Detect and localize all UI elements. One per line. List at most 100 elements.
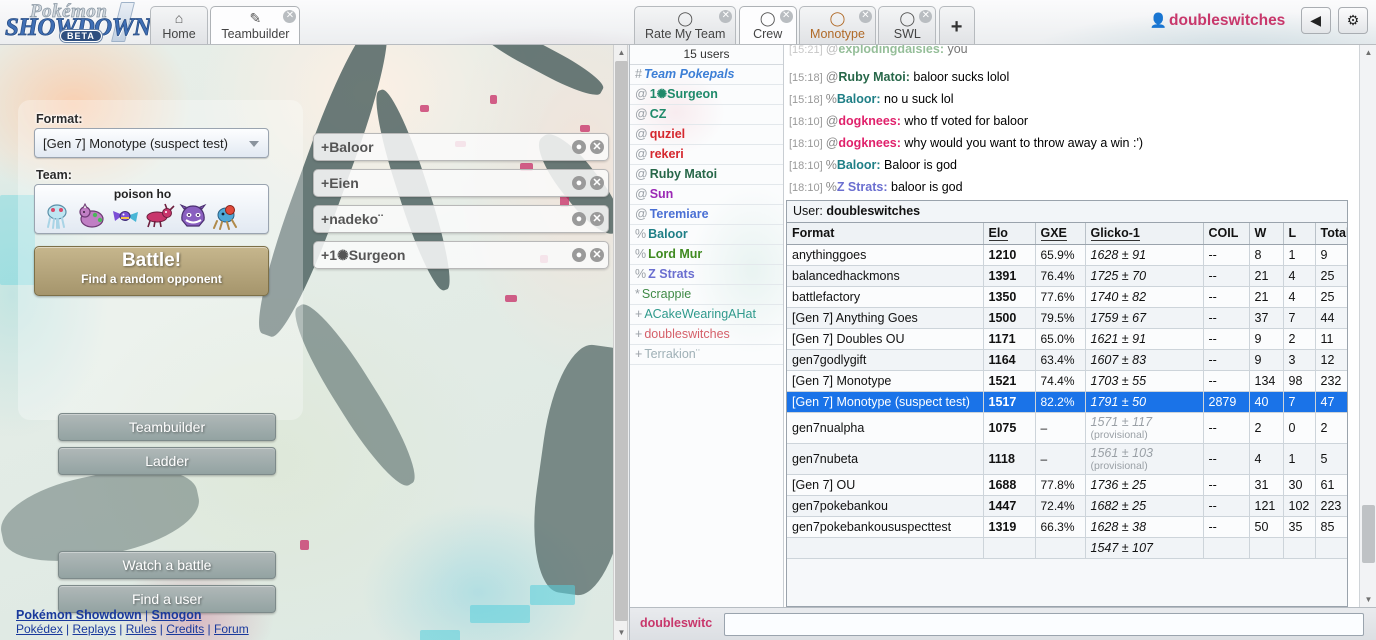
pm-box[interactable]: +Baloor ● ✕	[313, 133, 609, 161]
room-tab-row: ◯ Rate My Team ✕ ◯ Crew ✕ ◯ Monotype ✕ ◯…	[634, 6, 975, 44]
user-list-item[interactable]: @ CZ	[630, 105, 783, 125]
ratings-table-row[interactable]: anythinggoes 1210 65.9% 1628 ± 91 -- 8 1 9	[787, 244, 1347, 266]
ratings-table-row[interactable]: gen7pokebankoususpecttest 1319 66.3% 1628 ±…	[787, 516, 1347, 538]
user-list-item[interactable]: % Z Strats	[630, 265, 783, 285]
format-select[interactable]: [Gen 7] Monotype (suspect test)	[34, 128, 269, 158]
chat-scrollbar[interactable]: ▲ ▼	[1359, 45, 1376, 607]
minimize-icon[interactable]: ●	[572, 140, 586, 154]
chat-username[interactable]: Ruby Matoi:	[838, 70, 910, 84]
scroll-down-arrow-icon[interactable]: ▼	[1360, 592, 1376, 607]
scrollbar-thumb[interactable]	[615, 61, 628, 621]
minimize-icon[interactable]: ●	[572, 248, 586, 262]
ratings-table-row[interactable]: [Gen 7] Anything Goes 1500 79.5% 1759 ± 67 -…	[787, 307, 1347, 329]
ratings-table-row[interactable]: 1547 ± 107	[787, 537, 1347, 559]
sprite-victreebel	[211, 202, 244, 230]
pm-box[interactable]: +nadeko¨ ● ✕	[313, 205, 609, 233]
footer-link-rules[interactable]: Rules	[126, 622, 157, 636]
chat-username[interactable]: dogknees:	[838, 114, 901, 128]
chat-username[interactable]: dogknees:	[838, 136, 901, 150]
tab-crew[interactable]: ◯ Crew ✕	[738, 6, 797, 44]
ratings-table-row[interactable]: [Gen 7] Monotype 1521 74.4% 1703 ± 55 -- 134 9…	[787, 370, 1347, 392]
scroll-up-arrow-icon[interactable]: ▲	[614, 45, 629, 60]
ratings-cell-glicko: 1703 ± 55	[1085, 370, 1204, 392]
tab-swl[interactable]: ◯ SWL ✕	[878, 6, 937, 44]
footer-links-row-1: Pokémon Showdown | Smogon	[16, 608, 202, 622]
chat-message: [18:10] @dogknees: why would you want to…	[789, 133, 1346, 155]
ratings-cell-l: 30	[1283, 474, 1316, 496]
chat-message-input[interactable]	[724, 613, 1364, 636]
chat-username[interactable]: explodingdaisies:	[838, 45, 944, 56]
minimize-icon[interactable]: ●	[572, 212, 586, 226]
user-list-item[interactable]: + doubleswitches	[630, 325, 783, 345]
user-list-item[interactable]: @ rekeri	[630, 145, 783, 165]
user-list-item[interactable]: + ACakeWearingAHat	[630, 305, 783, 325]
footer-link-forum[interactable]: Forum	[214, 622, 249, 636]
gear-icon[interactable]: ⚙	[1338, 7, 1368, 34]
ratings-table-row[interactable]: balancedhackmons 1391 76.4% 1725 ± 70 -- 21 4 2…	[787, 265, 1347, 287]
user-list-item-name: Terrakion¨	[644, 347, 700, 361]
battle-button[interactable]: Battle! Find a random opponent	[34, 246, 269, 296]
pokemon-showdown-logo[interactable]: Pokémon SHOWDOWN BETA	[4, 0, 152, 44]
pm-box-name: +Eien	[321, 175, 359, 191]
user-list-item[interactable]: * Scrappie	[630, 285, 783, 305]
sound-toggle-button[interactable]: ◀	[1300, 7, 1331, 34]
user-list-item[interactable]: + Terrakion¨	[630, 345, 783, 365]
pm-box[interactable]: +1✺Surgeon ● ✕	[313, 241, 609, 269]
user-list-item[interactable]: @ quziel	[630, 125, 783, 145]
user-list-item[interactable]: # Team Pokepals	[630, 65, 783, 85]
close-icon[interactable]: ✕	[590, 176, 604, 190]
scroll-up-arrow-icon[interactable]: ▲	[1360, 45, 1376, 60]
ladder-button[interactable]: Ladder	[58, 447, 276, 475]
ratings-column-header: Glicko-1	[1085, 223, 1204, 245]
scrollbar-thumb[interactable]	[1362, 505, 1375, 563]
user-list-item[interactable]: @ Sun	[630, 185, 783, 205]
tab-monotype[interactable]: ◯ Monotype ✕	[799, 6, 876, 44]
close-icon[interactable]: ✕	[779, 10, 793, 23]
chat-message: [18:10] %Baloor: Baloor is god	[789, 155, 1346, 177]
ratings-table-row[interactable]: [Gen 7] OU 1688 77.8% 1736 ± 25 -- 31 30 61	[787, 474, 1347, 496]
watch-a-battle-button[interactable]: Watch a battle	[58, 551, 276, 579]
footer-link-smogon[interactable]: Smogon	[152, 608, 202, 622]
pm-box[interactable]: +Eien ● ✕	[313, 169, 609, 197]
chat-username[interactable]: Z Strats:	[837, 180, 888, 194]
user-list-item[interactable]: @ Ruby Matoi	[630, 165, 783, 185]
teambuilder-button[interactable]: Teambuilder	[58, 413, 276, 441]
user-list-item[interactable]: % Lord Mur	[630, 245, 783, 265]
ratings-table-row[interactable]: [Gen 7] Doubles OU 1171 65.0% 1621 ± 91 -- 9 2…	[787, 328, 1347, 350]
tab-rate-my-team[interactable]: ◯ Rate My Team ✕	[634, 6, 737, 44]
close-icon[interactable]: ✕	[858, 10, 872, 23]
team-select[interactable]: poison ho	[34, 184, 269, 234]
footer-link-replays[interactable]: Replays	[73, 622, 116, 636]
tab-teambuilder[interactable]: ✎ Teambuilder ✕	[210, 6, 301, 44]
close-icon[interactable]: ✕	[719, 10, 733, 23]
close-icon[interactable]: ✕	[919, 10, 933, 23]
footer-links-row-2: Pokédex | Replays | Rules | Credits | Fo…	[16, 622, 249, 636]
ratings-table-row[interactable]: gen7pokebankou 1447 72.4% 1682 ± 25 -- 121 102…	[787, 495, 1347, 517]
footer-link-pokemon-showdown[interactable]: Pokémon Showdown	[16, 608, 142, 622]
ratings-table-row[interactable]: gen7nualpha 1075–1571 ± 117 (provisional) -…	[787, 412, 1347, 444]
user-list-item[interactable]: @ Teremiare	[630, 205, 783, 225]
footer-link-pokedex[interactable]: Pokédex	[16, 622, 63, 636]
ratings-cell-gxe: 79.5%	[1035, 307, 1086, 329]
chat-username[interactable]: Baloor:	[837, 158, 881, 172]
ratings-table-row[interactable]: gen7nubeta 1118–1561 ± 103 (provisional) --…	[787, 443, 1347, 475]
close-icon[interactable]: ✕	[590, 212, 604, 226]
tab-add-room-button[interactable]: +	[938, 6, 975, 44]
close-icon[interactable]: ✕	[283, 10, 297, 23]
user-rank-symbol: *	[635, 287, 640, 301]
close-icon[interactable]: ✕	[590, 140, 604, 154]
minimize-icon[interactable]: ●	[572, 176, 586, 190]
ratings-table-row[interactable]: battlefactory 1350 77.6% 1740 ± 82 -- 21 4 25	[787, 286, 1347, 308]
user-list-item[interactable]: % Baloor	[630, 225, 783, 245]
chat-username[interactable]: Baloor:	[837, 92, 881, 106]
scroll-down-arrow-icon[interactable]: ▼	[614, 625, 629, 640]
ratings-table-row[interactable]: gen7godlygift 1164 63.4% 1607 ± 83 -- 9 3 12	[787, 349, 1347, 371]
footer-link-credits[interactable]: Credits	[166, 622, 204, 636]
close-icon[interactable]: ✕	[590, 248, 604, 262]
user-list-item[interactable]: @1✺Surgeon	[630, 85, 783, 105]
ratings-table-row[interactable]: [Gen 7] Monotype (suspect test) 1517 82.2%…	[787, 391, 1347, 413]
tab-home[interactable]: ⌂ Home	[150, 6, 208, 44]
ratings-table-header-row: Format Elo GXE Glicko-1 COIL W L Total	[787, 223, 1347, 245]
home-panel-scrollbar[interactable]: ▲ ▼	[613, 45, 628, 640]
current-username[interactable]: 👤 doubleswitches	[1150, 12, 1286, 30]
